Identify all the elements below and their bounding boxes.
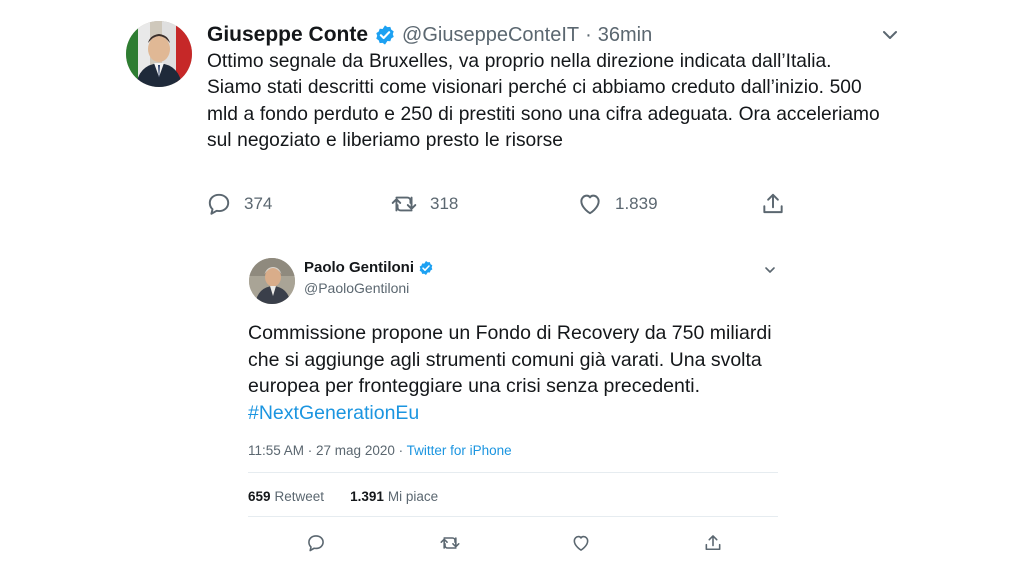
verified-badge-icon (374, 24, 396, 46)
quoted-like-button[interactable] (571, 533, 591, 558)
quoted-timestamp[interactable]: 11:55 AM · 27 mag 2020 · (248, 443, 407, 458)
chevron-down-icon[interactable] (763, 263, 777, 275)
quoted-timestamp-line: 11:55 AM · 27 mag 2020 · Twitter for iPh… (248, 443, 512, 458)
retweet-icon (391, 196, 417, 212)
hashtag-link[interactable]: #NextGenerationEu (248, 402, 419, 424)
like-stat-count: 1.391 (350, 489, 384, 504)
quoted-tweet-text: Commissione propone un Fondo di Recovery… (248, 320, 788, 426)
share-icon (705, 535, 721, 551)
likes-stat[interactable]: 1.391 Mi piace (350, 489, 438, 504)
tweet-text: Ottimo segnale da Bruxelles, va proprio … (207, 51, 880, 151)
verified-badge-icon (418, 260, 434, 276)
retweet-stat-label: Retweet (274, 489, 325, 504)
like-stat-label: Mi piace (387, 489, 439, 504)
quoted-header: Paolo Gentiloni (304, 259, 434, 276)
retweet-stat-count: 659 (248, 489, 271, 504)
author-name[interactable]: Giuseppe Conte (207, 23, 368, 47)
quoted-stats: 659 Retweet 1.391 Mi piace (248, 489, 438, 504)
like-icon (573, 535, 589, 551)
divider (248, 516, 778, 517)
tweet-header: Giuseppe Conte @GiuseppeConteIT · 36min (207, 21, 652, 49)
reply-icon (208, 193, 230, 215)
reply-button[interactable]: 374 (206, 190, 272, 218)
separator: · (585, 23, 592, 46)
quoted-share-button[interactable] (703, 533, 723, 558)
like-button[interactable]: 1.839 (577, 190, 658, 218)
retweet-count: 318 (430, 194, 459, 213)
share-button[interactable] (760, 190, 786, 218)
quoted-avatar[interactable] (249, 258, 295, 304)
tweet-source-link[interactable]: Twitter for iPhone (407, 443, 512, 458)
like-icon (580, 194, 600, 215)
tweet-time[interactable]: 36min (598, 24, 652, 47)
retweet-icon (440, 537, 460, 549)
reply-icon (308, 535, 324, 552)
author-handle[interactable]: @GiuseppeConteIT (402, 24, 579, 47)
retweet-button[interactable]: 318 (390, 190, 458, 218)
retweets-stat[interactable]: 659 Retweet (248, 489, 324, 504)
quoted-author-name[interactable]: Paolo Gentiloni (304, 259, 414, 276)
like-count: 1.839 (615, 194, 658, 213)
divider (248, 472, 778, 473)
quoted-text-body: Commissione propone un Fondo di Recovery… (248, 322, 772, 397)
share-icon (763, 193, 783, 214)
quoted-retweet-button[interactable] (439, 533, 461, 558)
quoted-reply-button[interactable] (306, 533, 326, 558)
chevron-down-icon[interactable] (880, 27, 900, 43)
reply-count: 374 (244, 194, 273, 213)
avatar[interactable] (126, 21, 192, 87)
quoted-author-handle[interactable]: @PaoloGentiloni (304, 280, 409, 296)
